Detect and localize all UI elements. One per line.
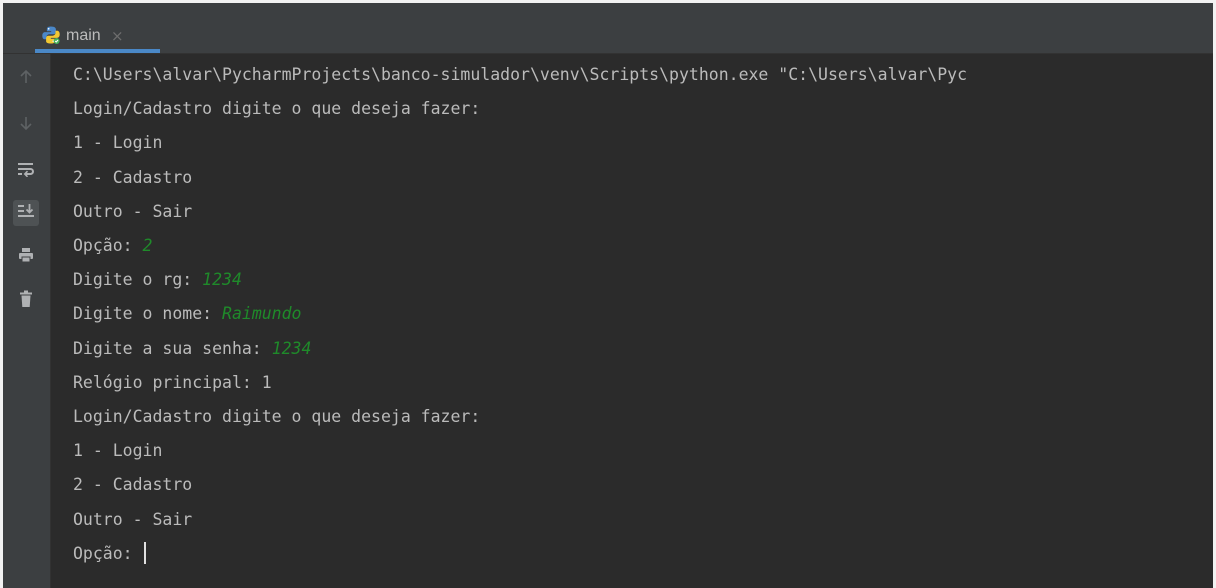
console-line: Digite o nome: Raimundo	[73, 297, 302, 331]
console-text: 1 - Login	[73, 133, 163, 152]
console-text: 1 - Login	[73, 441, 163, 460]
soft-wrap-icon	[17, 161, 35, 182]
console-text: Relógio principal: 1	[73, 373, 272, 392]
console-line: Outro - Sair	[73, 195, 192, 229]
console-text: Outro - Sair	[73, 510, 193, 529]
console-text: 2 - Cadastro	[73, 168, 193, 187]
close-icon[interactable]: ×	[111, 25, 124, 47]
print-button[interactable]	[13, 244, 39, 270]
user-input-text: 2	[142, 236, 153, 255]
down-arrow-icon	[19, 115, 33, 136]
up-arrow-icon	[19, 69, 33, 90]
run-tab-bar: main ×	[3, 3, 1213, 54]
console-line: Relógio principal: 1	[73, 366, 272, 400]
console-text: Outro - Sair	[73, 202, 193, 221]
scroll-to-end-icon	[17, 203, 35, 224]
console-text: Opção:	[73, 236, 143, 255]
console-toolbar	[3, 54, 51, 588]
console-line: 1 - Login	[73, 434, 162, 468]
python-icon	[41, 25, 61, 45]
console-line: 2 - Cadastro	[73, 468, 192, 502]
console-text: 2 - Cadastro	[73, 475, 193, 494]
console-line: Digite a sua senha: 1234	[73, 332, 311, 366]
console-line: Opção: 2	[73, 229, 152, 263]
console-line: Outro - Sair	[73, 503, 192, 537]
soft-wrap-button[interactable]	[13, 158, 39, 184]
trash-icon	[19, 290, 33, 313]
run-tool-window: main × C:\Users\alvar\PycharmProjects\ba…	[0, 0, 1216, 588]
tab-label: main	[66, 27, 101, 44]
user-input-text: 1234	[202, 270, 242, 289]
tab-active-indicator	[35, 49, 160, 53]
console-line: 1 - Login	[73, 126, 162, 160]
console-output[interactable]: C:\Users\alvar\PycharmProjects\banco-sim…	[73, 58, 1213, 588]
up-arrow-button[interactable]	[13, 66, 39, 92]
console-line: 2 - Cadastro	[73, 161, 192, 195]
user-input-text: 1234	[271, 339, 312, 358]
console-line: C:\Users\alvar\PycharmProjects\banco-sim…	[73, 58, 967, 92]
console-text: C:\Users\alvar\PycharmProjects\banco-sim…	[73, 65, 968, 84]
console-text: Digite o rg:	[73, 270, 203, 289]
console-input-line[interactable]: Opção:	[73, 537, 146, 571]
tab-main[interactable]: main ×	[35, 3, 160, 53]
console-line: Login/Cadastro digite o que deseja fazer…	[73, 400, 480, 434]
console-line: Login/Cadastro digite o que deseja fazer…	[73, 92, 480, 126]
down-arrow-button[interactable]	[13, 112, 39, 138]
console-text: Opção:	[73, 544, 143, 563]
console-text: Login/Cadastro digite o que deseja fazer…	[73, 99, 481, 118]
user-input-text: Raimundo	[222, 304, 302, 323]
clear-all-button[interactable]	[13, 288, 39, 314]
text-caret	[143, 542, 146, 564]
console-text: Login/Cadastro digite o que deseja fazer…	[73, 407, 481, 426]
scroll-to-end-button[interactable]	[13, 200, 39, 226]
print-icon	[18, 247, 34, 268]
console-text: Digite o nome:	[73, 304, 223, 323]
console-line: Digite o rg: 1234	[73, 263, 242, 297]
console-text: Digite a sua senha:	[73, 339, 272, 358]
